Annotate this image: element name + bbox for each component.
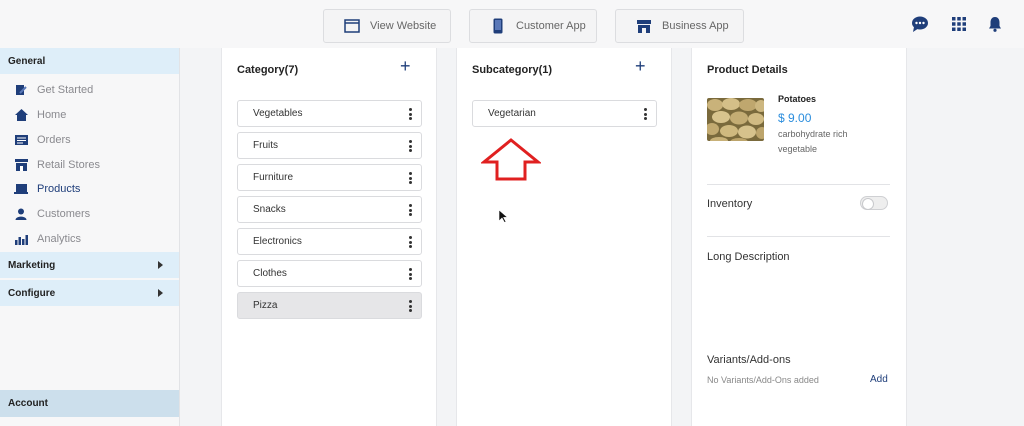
add-variant-button[interactable]: Add xyxy=(870,374,888,385)
support-chat-icon[interactable] xyxy=(910,14,930,34)
divider xyxy=(707,236,890,237)
category-item-label: Fruits xyxy=(253,140,278,151)
business-app-label: Business App xyxy=(662,20,729,32)
marketing-label: Marketing xyxy=(8,259,56,271)
product-details-panel: Product Details Potatoes $ 9.00 carbohyd… xyxy=(691,48,907,426)
category-item-label: Snacks xyxy=(253,204,286,215)
sidebar-item-customers[interactable]: Customers xyxy=(14,205,90,223)
category-title: Category(7) xyxy=(237,64,299,76)
home-icon xyxy=(14,108,28,122)
category-item-electronics[interactable]: Electronics xyxy=(237,228,422,255)
storefront-icon xyxy=(636,18,652,34)
no-variants-text: No Variants/Add-Ons added xyxy=(707,375,819,385)
sidebar-item-home[interactable]: Home xyxy=(14,106,66,124)
subcategory-item-vegetarian[interactable]: Vegetarian xyxy=(472,100,657,127)
sidebar-section-general[interactable]: General xyxy=(0,48,179,74)
subcategory-title: Subcategory(1) xyxy=(472,64,553,76)
variants-label: Variants/Add-ons xyxy=(707,354,791,366)
sidebar-item-label: Get Started xyxy=(37,84,94,96)
sidebar-item-label: Retail Stores xyxy=(37,159,100,171)
customers-icon xyxy=(14,207,28,221)
sidebar-item-retail-stores[interactable]: Retail Stores xyxy=(14,156,100,174)
top-bar: View Website Customer App Business App xyxy=(0,0,1024,48)
more-options-icon[interactable] xyxy=(409,140,412,152)
sidebar-item-label: Products xyxy=(37,183,81,195)
more-options-icon[interactable] xyxy=(409,236,412,248)
product-name: Potatoes xyxy=(778,94,817,104)
customer-app-button[interactable]: Customer App xyxy=(469,9,597,43)
sidebar: General Get Started Home Orders Retail S… xyxy=(0,48,180,426)
category-item-clothes[interactable]: Clothes xyxy=(237,260,422,287)
product-details-title: Product Details xyxy=(707,64,788,76)
view-website-label: View Website xyxy=(370,20,437,32)
mobile-phone-icon xyxy=(490,18,506,34)
add-category-button[interactable]: + xyxy=(400,56,411,77)
category-item-pizza[interactable]: Pizza xyxy=(237,292,422,319)
divider xyxy=(707,184,890,185)
add-subcategory-button[interactable]: + xyxy=(635,56,646,77)
category-item-label: Electronics xyxy=(253,236,302,247)
subcategory-item-label: Vegetarian xyxy=(488,108,536,119)
sidebar-item-analytics[interactable]: Analytics xyxy=(14,230,81,248)
sidebar-section-account[interactable]: Account xyxy=(0,390,179,417)
category-item-fruits[interactable]: Fruits xyxy=(237,132,422,159)
category-item-label: Furniture xyxy=(253,172,294,183)
category-panel: Category(7) + Vegetables Fruits Furnitur… xyxy=(221,48,437,426)
notification-bell-icon[interactable] xyxy=(985,14,1005,34)
category-item-furniture[interactable]: Furniture xyxy=(237,164,422,191)
sidebar-item-products[interactable]: Products xyxy=(14,180,80,198)
view-website-button[interactable]: View Website xyxy=(323,9,451,43)
orders-icon xyxy=(14,133,28,147)
sidebar-item-orders[interactable]: Orders xyxy=(14,131,71,149)
category-item-vegetables[interactable]: Vegetables xyxy=(237,100,422,127)
configure-label: Configure xyxy=(8,287,56,299)
product-price: $ 9.00 xyxy=(778,111,812,125)
sidebar-item-label: Analytics xyxy=(37,233,82,245)
more-options-icon[interactable] xyxy=(409,204,412,216)
more-options-icon[interactable] xyxy=(409,172,412,184)
product-description: carbohydrate rich vegetable xyxy=(778,129,848,154)
sidebar-item-get-started[interactable]: Get Started xyxy=(14,81,93,99)
more-options-icon[interactable] xyxy=(409,268,412,280)
category-item-label: Clothes xyxy=(253,268,287,279)
inventory-toggle[interactable] xyxy=(860,196,888,210)
more-options-icon[interactable] xyxy=(644,108,647,120)
products-icon xyxy=(14,182,28,196)
category-item-snacks[interactable]: Snacks xyxy=(237,196,422,223)
business-app-button[interactable]: Business App xyxy=(615,9,744,43)
edit-doc-icon xyxy=(14,83,28,97)
chevron-right-icon xyxy=(158,261,163,269)
product-image xyxy=(707,98,764,141)
more-options-icon[interactable] xyxy=(409,300,412,312)
store-icon xyxy=(14,158,28,172)
sidebar-section-configure[interactable]: Configure xyxy=(0,280,179,306)
general-label: General xyxy=(8,55,46,67)
long-description-label: Long Description xyxy=(707,251,790,263)
subcategory-panel: Subcategory(1) + Vegetarian xyxy=(456,48,672,426)
mouse-cursor-icon xyxy=(499,210,508,223)
browser-window-icon xyxy=(344,18,360,34)
category-item-label: Vegetables xyxy=(253,108,303,119)
inventory-label: Inventory xyxy=(707,198,753,210)
sidebar-item-label: Orders xyxy=(37,134,71,146)
sidebar-item-label: Home xyxy=(37,109,67,121)
customer-app-label: Customer App xyxy=(516,20,586,32)
sidebar-section-marketing[interactable]: Marketing xyxy=(0,252,179,278)
more-options-icon[interactable] xyxy=(409,108,412,120)
analytics-icon xyxy=(14,232,28,246)
annotation-up-arrow-icon xyxy=(481,138,541,181)
category-item-label: Pizza xyxy=(253,300,278,311)
chevron-right-icon xyxy=(158,289,163,297)
account-label: Account xyxy=(8,398,48,409)
sidebar-item-label: Customers xyxy=(37,208,91,220)
app-grid-icon[interactable] xyxy=(949,14,969,34)
